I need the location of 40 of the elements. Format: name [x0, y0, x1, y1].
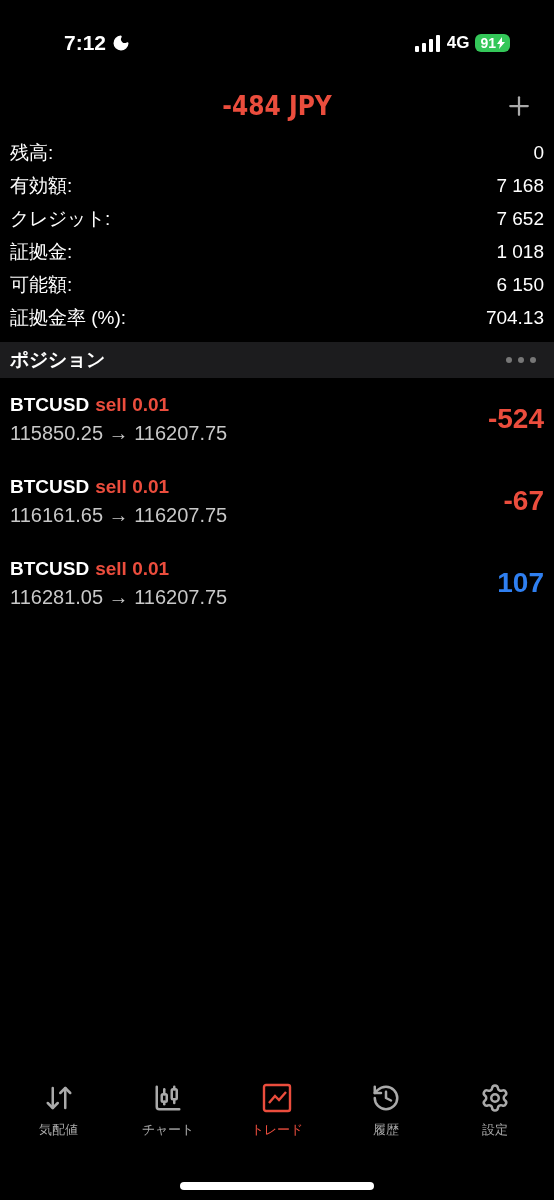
account-label: 可能額:	[10, 272, 73, 297]
time: 7:12	[64, 31, 107, 55]
more-icon[interactable]	[506, 357, 536, 363]
position-side: sell 0.01	[95, 557, 170, 580]
position-side: sell 0.01	[95, 475, 170, 498]
position-symbol: BTCUSD	[10, 557, 90, 580]
account-label: 証拠金率 (%):	[10, 305, 127, 330]
account-label: 有効額:	[10, 173, 73, 198]
account-value: 0	[533, 141, 544, 164]
settings-icon	[480, 1083, 511, 1113]
position-prices: 115850.25 → 116207.75	[10, 421, 228, 445]
tab[interactable]: 設定	[445, 1083, 546, 1145]
section-title: ポジション	[10, 348, 105, 372]
position-profit: -67	[503, 485, 544, 517]
tab[interactable]: 履歴	[336, 1083, 437, 1145]
bolt-icon	[497, 37, 505, 49]
account-value: 7 168	[496, 174, 544, 197]
signal-icon	[414, 34, 441, 52]
account-value: 6 150	[496, 273, 544, 296]
position-prices: 116281.05 → 116207.75	[10, 585, 228, 609]
chart-icon	[261, 1083, 292, 1113]
account-label: クレジット:	[10, 206, 111, 231]
account-value: 7 652	[496, 207, 544, 230]
account-value: 704.13	[485, 306, 544, 329]
tab[interactable]: チャート	[117, 1083, 218, 1145]
position-side: sell 0.01	[95, 393, 170, 416]
account-label: 残高:	[10, 140, 54, 165]
account-label: 証拠金:	[10, 239, 73, 264]
tab[interactable]: 気配値	[8, 1083, 109, 1145]
position-symbol: BTCUSD	[10, 393, 90, 416]
position-symbol: BTCUSD	[10, 475, 90, 498]
tab[interactable]: トレード	[226, 1083, 327, 1145]
position-prices: 116161.65 → 116207.75	[10, 503, 228, 527]
network-type: 4G	[446, 33, 470, 53]
balance-title: -484 JPY	[222, 91, 332, 121]
moon-icon	[112, 34, 131, 52]
battery-level: 91	[475, 34, 510, 52]
account-value: 1 018	[496, 240, 544, 263]
position-profit: -524	[487, 403, 544, 435]
position-profit: 107	[497, 567, 544, 599]
